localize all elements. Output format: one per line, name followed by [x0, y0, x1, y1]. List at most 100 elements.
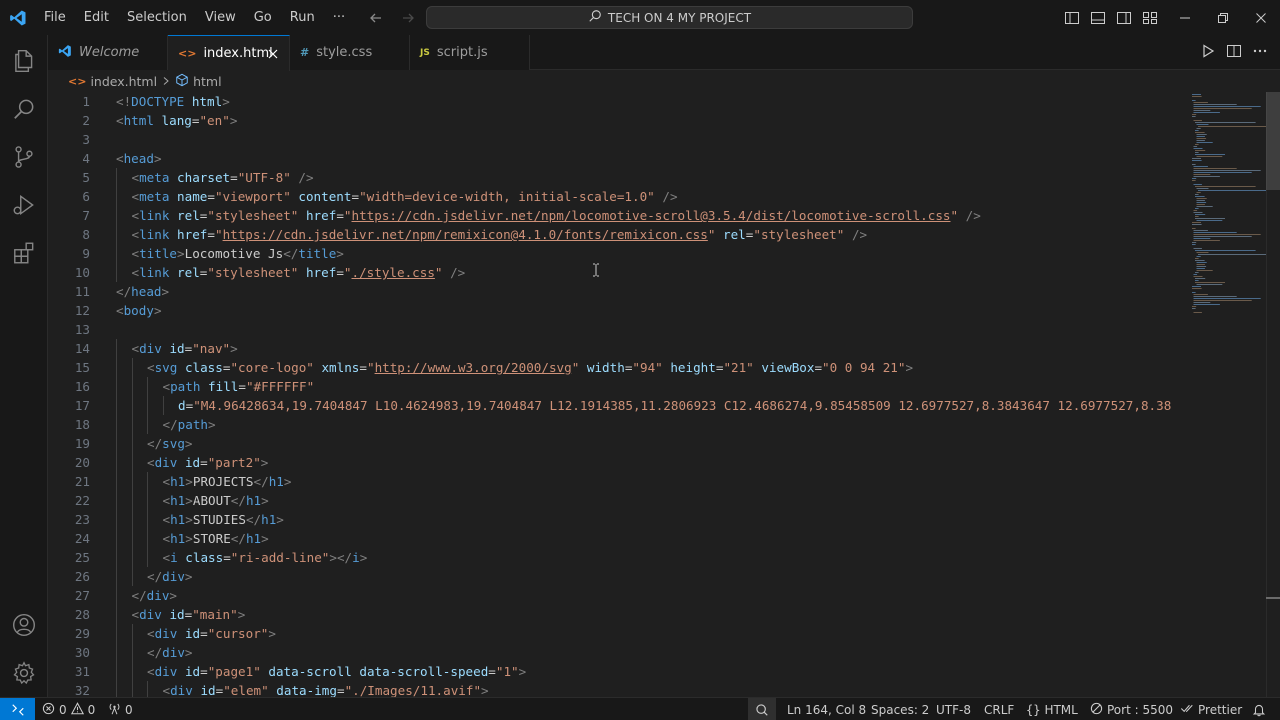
- code-line[interactable]: 6 <meta name="viewport" content="width=de…: [48, 187, 1186, 206]
- code-line[interactable]: 12 <body>: [48, 301, 1186, 320]
- tab-index-html[interactable]: <> index.html: [168, 35, 290, 71]
- toggle-secondary-sidebar-icon[interactable]: [1116, 10, 1132, 26]
- run-file-icon[interactable]: [1200, 43, 1216, 63]
- code-text: <div id="nav">: [132, 339, 238, 358]
- end-of-line[interactable]: CRLF: [984, 698, 1014, 720]
- back-arrow-icon[interactable]: [366, 8, 386, 28]
- layout-controls: [1064, 0, 1158, 35]
- prettier-status[interactable]: Prettier: [1180, 698, 1242, 720]
- code-line[interactable]: 26 </div>: [48, 567, 1186, 586]
- menu-run[interactable]: Run: [281, 0, 324, 35]
- scrollbar-thumb[interactable]: [1266, 92, 1280, 190]
- code-line[interactable]: 13: [48, 320, 1186, 339]
- split-editor-icon[interactable]: [1226, 43, 1242, 63]
- tab-script-js[interactable]: JS script.js: [410, 35, 530, 70]
- code-token[interactable]: https://cdn.jsdelivr.net/npm/remixicon@4…: [223, 227, 708, 242]
- code-line[interactable]: 15 <svg class="core-logo" xmlns="http://w…: [48, 358, 1186, 377]
- live-server-port[interactable]: Port : 5500: [1090, 698, 1173, 720]
- code-line[interactable]: 20 <div id="part2">: [48, 453, 1186, 472]
- forward-arrow-icon[interactable]: [398, 8, 418, 28]
- indent-guide: [147, 529, 148, 548]
- code-line[interactable]: 19 </svg>: [48, 434, 1186, 453]
- file-encoding[interactable]: UTF-8: [936, 698, 971, 720]
- code-line[interactable]: 21 <h1>PROJECTS</h1>: [48, 472, 1186, 491]
- code-line[interactable]: 1 <!DOCTYPE html>: [48, 92, 1186, 111]
- code-line[interactable]: 5 <meta charset="UTF-8" />: [48, 168, 1186, 187]
- indentation[interactable]: Spaces: 2: [871, 698, 929, 720]
- problems-indicator[interactable]: 0 0: [42, 698, 95, 720]
- code-token: id: [184, 626, 201, 641]
- code-line[interactable]: 16 <path fill="#FFFFFF": [48, 377, 1186, 396]
- command-center-search[interactable]: TECH ON 4 MY PROJECT: [426, 6, 913, 29]
- code-line[interactable]: 9 <title>Locomotive Js</title>: [48, 244, 1186, 263]
- restore-icon[interactable]: [1204, 0, 1242, 35]
- code-line[interactable]: 18 </path>: [48, 415, 1186, 434]
- code-token[interactable]: ./style.css: [352, 265, 435, 280]
- minimap-line: [1195, 258, 1199, 259]
- indent-guide: [116, 453, 117, 472]
- indent-guide: [116, 472, 117, 491]
- code-line[interactable]: 32 <div id="elem" data-img="./Images/11.a…: [48, 681, 1186, 697]
- accounts-icon[interactable]: [0, 601, 48, 649]
- code-line[interactable]: 4 <head>: [48, 149, 1186, 168]
- minimap[interactable]: [1186, 92, 1268, 697]
- more-actions-icon[interactable]: [1252, 43, 1268, 63]
- ports-indicator[interactable]: 0: [108, 698, 133, 720]
- language-mode[interactable]: {} HTML: [1026, 698, 1078, 720]
- menu-view[interactable]: View: [196, 0, 245, 35]
- cursor-position[interactable]: Ln 164, Col 8: [787, 698, 866, 720]
- code-token[interactable]: https://cdn.jsdelivr.net/npm/locomotive-…: [352, 208, 951, 223]
- code-line[interactable]: 25 <i class="ri-add-line"></i>: [48, 548, 1186, 567]
- tab-welcome[interactable]: Welcome: [48, 35, 168, 70]
- code-line[interactable]: 27 </div>: [48, 586, 1186, 605]
- remote-window-icon[interactable]: [0, 698, 35, 720]
- code-line[interactable]: 28 <div id="main">: [48, 605, 1186, 624]
- code-line[interactable]: 11 </head>: [48, 282, 1186, 301]
- close-window-icon[interactable]: [1242, 0, 1280, 35]
- menu-more[interactable]: ···: [324, 0, 354, 35]
- explorer-icon[interactable]: [0, 37, 48, 85]
- code-line[interactable]: 22 <h1>ABOUT</h1>: [48, 491, 1186, 510]
- breadcrumb-file[interactable]: index.html: [90, 74, 157, 89]
- code-line[interactable]: 3: [48, 130, 1186, 149]
- manage-gear-icon[interactable]: [0, 649, 48, 697]
- code-text: <link href="https://cdn.jsdelivr.net/npm…: [132, 225, 868, 244]
- toggle-primary-sidebar-icon[interactable]: [1064, 10, 1080, 26]
- minimap-line: [1192, 114, 1197, 115]
- code-line[interactable]: 10 <link rel="stylesheet" href="./style.c…: [48, 263, 1186, 282]
- indent-guide: [116, 434, 117, 453]
- code-line[interactable]: 14 <div id="nav">: [48, 339, 1186, 358]
- minimap-line: [1195, 196, 1205, 197]
- code-editor[interactable]: 1 <!DOCTYPE html> 2 <html lang="en"> 3 4 <head…: [48, 92, 1186, 697]
- menu-file[interactable]: File: [35, 0, 75, 35]
- customize-layout-icon[interactable]: [1142, 10, 1158, 26]
- close-icon[interactable]: [265, 46, 281, 62]
- menu-edit[interactable]: Edit: [75, 0, 118, 35]
- extensions-icon[interactable]: [0, 229, 48, 277]
- code-line[interactable]: 29 <div id="cursor">: [48, 624, 1186, 643]
- tab-style-css[interactable]: # style.css: [290, 35, 410, 70]
- menu-selection[interactable]: Selection: [118, 0, 196, 35]
- code-token[interactable]: http://www.w3.org/2000/svg: [375, 360, 572, 375]
- indent-guide: [147, 491, 148, 510]
- toggle-panel-icon[interactable]: [1090, 10, 1106, 26]
- zoom-icon[interactable]: [748, 698, 776, 720]
- code-line[interactable]: 2 <html lang="en">: [48, 111, 1186, 130]
- source-control-icon[interactable]: [0, 133, 48, 181]
- notifications-bell-icon[interactable]: [1252, 698, 1266, 720]
- run-and-debug-icon[interactable]: [0, 181, 48, 229]
- menu-go[interactable]: Go: [245, 0, 281, 35]
- minimize-icon[interactable]: [1166, 0, 1204, 35]
- code-line[interactable]: 23 <h1>STUDIES</h1>: [48, 510, 1186, 529]
- code-line[interactable]: 24 <h1>STORE</h1>: [48, 529, 1186, 548]
- code-line[interactable]: 7 <link rel="stylesheet" href="https://cd…: [48, 206, 1186, 225]
- code-line[interactable]: 8 <link href="https://cdn.jsdelivr.net/np…: [48, 225, 1186, 244]
- code-line[interactable]: 17 d="M4.96428634,19.7404847 L10.4624983,…: [48, 396, 1186, 415]
- code-line[interactable]: 30 </div>: [48, 643, 1186, 662]
- breadcrumb-symbol[interactable]: html: [193, 74, 221, 89]
- code-line[interactable]: 31 <div id="page1" data-scroll data-scrol…: [48, 662, 1186, 681]
- indent-guide: [116, 225, 117, 244]
- minimap-line: [1195, 194, 1199, 195]
- search-view-icon[interactable]: [0, 85, 48, 133]
